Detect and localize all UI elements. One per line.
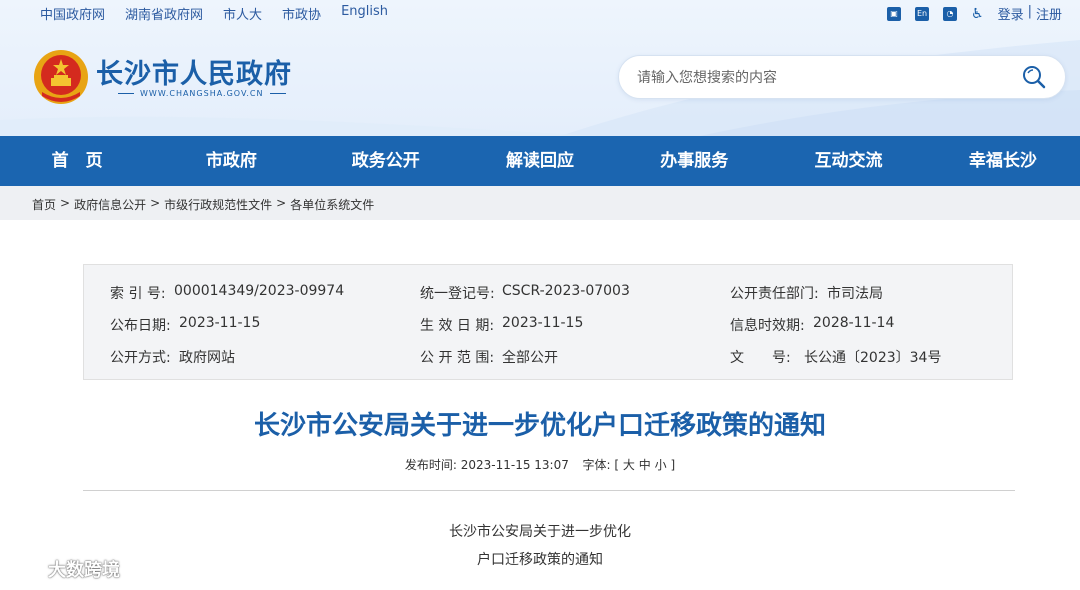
meta-mode-value: 政府网站 (179, 350, 235, 366)
rss-icon[interactable]: ◔ (943, 6, 958, 21)
article-body-line-2: 户口迁移政策的通知 (477, 552, 603, 568)
font-large-button[interactable]: 大 (623, 458, 635, 472)
meta-pub-label: 公布日期: (110, 318, 171, 334)
meta-dept-value: 市司法局 (827, 286, 883, 302)
breadcrumb-separator: > (150, 196, 161, 210)
article-body-line-1: 长沙市公安局关于进一步优化 (449, 524, 631, 540)
main-nav: 首 页 市政府 政务公开 解读回应 办事服务 互动交流 幸福长沙 (0, 136, 1080, 186)
header-banner: 中国政府网 湖南省政府网 市人大 市政协 English ▣ En ◔ ♿ 登录… (0, 0, 1080, 136)
font-small-button[interactable]: 小 (655, 458, 667, 472)
watermark-text: 大数跨境 (48, 560, 120, 581)
nav-home[interactable]: 首 页 (0, 136, 154, 186)
nav-government-affairs[interactable]: 政务公开 (309, 136, 463, 186)
meta-pub-value: 2023-11-15 (179, 315, 261, 331)
breadcrumb-gov-info[interactable]: 政府信息公开 (74, 196, 146, 213)
meta-mode-label: 公开方式: (110, 350, 171, 366)
meta-dept-label: 公开责任部门: (730, 286, 819, 302)
meta-eff-label: 生 效 日 期: (420, 318, 495, 334)
font-bracket-open: [ (614, 458, 620, 472)
meta-valid-label: 信息时效期: (730, 318, 805, 334)
link-cppcc[interactable]: 市政协 (282, 4, 321, 23)
site-brand-name[interactable]: 长沙市人民政府 (96, 52, 292, 91)
meta-doc-value: 长公通〔2023〕34号 (804, 350, 942, 366)
watermark-logo-icon (12, 560, 42, 577)
site-domain-text: WWW.CHANGSHA.GOV.CN (140, 89, 264, 98)
mobile-icon[interactable]: ▣ (887, 6, 902, 21)
meta-scope-label: 公 开 范 围: (420, 350, 495, 366)
meta-reg-value: CSCR-2023-07003 (502, 283, 630, 299)
search-input[interactable] (635, 66, 1009, 90)
link-hunan-gov[interactable]: 湖南省政府网 (125, 4, 203, 23)
breadcrumb: 首页 > 政府信息公开 > 市级行政规范性文件 > 各单位系统文件 (0, 186, 1080, 220)
font-size-label: 字体: (582, 458, 611, 472)
search-icon[interactable] (1021, 64, 1047, 90)
meta-scope-value: 全部公开 (502, 350, 558, 366)
top-right-tools: ▣ En ◔ ♿ 登录 | 注册 (887, 4, 1062, 23)
register-link[interactable]: 注册 (1036, 4, 1062, 23)
nav-interpretation[interactable]: 解读回应 (463, 136, 617, 186)
watermark: 大数跨境 (10, 556, 120, 582)
login-link[interactable]: 登录 (998, 4, 1024, 23)
top-links: 中国政府网 湖南省政府网 市人大 市政协 English (40, 4, 388, 23)
search-box (618, 55, 1066, 99)
nav-services[interactable]: 办事服务 (617, 136, 771, 186)
document-meta-table: 索 引 号: 000014349/2023-09974 统一登记号: CSCR-… (83, 264, 1013, 380)
meta-reg-label: 统一登记号: (420, 286, 495, 302)
meta-index-label: 索 引 号: (110, 286, 166, 302)
login-separator: | (1027, 4, 1032, 19)
article-title: 长沙市公安局关于进一步优化户口迁移政策的通知 (253, 411, 826, 441)
article-divider (83, 490, 1015, 491)
font-medium-button[interactable]: 中 (639, 458, 651, 472)
publish-time-label: 发布时间: (404, 458, 457, 472)
font-bracket-close: ] (670, 458, 676, 472)
article-publish-info: 发布时间: 2023-11-15 13:07 字体: [ 大 中 小 ] (0, 456, 1080, 473)
breadcrumb-separator: > (60, 196, 71, 210)
nav-interaction[interactable]: 互动交流 (771, 136, 925, 186)
accessibility-icon[interactable]: ♿ (971, 6, 984, 22)
breadcrumb-regulations[interactable]: 市级行政规范性文件 (164, 196, 272, 213)
meta-eff-value: 2023-11-15 (502, 315, 584, 331)
english-version-icon[interactable]: En (915, 6, 930, 21)
meta-index-value: 000014349/2023-09974 (174, 283, 345, 299)
breadcrumb-separator: > (276, 196, 287, 210)
breadcrumb-home[interactable]: 首页 (32, 196, 56, 213)
national-emblem-icon[interactable] (32, 48, 90, 106)
breadcrumb-unit-docs[interactable]: 各单位系统文件 (290, 196, 374, 213)
meta-doc-label: 文 号: (730, 350, 791, 366)
nav-happy-changsha[interactable]: 幸福长沙 (926, 136, 1080, 186)
link-gov-cn[interactable]: 中国政府网 (40, 4, 105, 23)
nav-city-government[interactable]: 市政府 (154, 136, 308, 186)
meta-valid-value: 2028-11-14 (813, 315, 895, 331)
site-domain: WWW.CHANGSHA.GOV.CN (118, 89, 286, 98)
link-npc[interactable]: 市人大 (223, 4, 262, 23)
link-english[interactable]: English (341, 4, 388, 23)
publish-time-value: 2023-11-15 13:07 (460, 458, 569, 472)
